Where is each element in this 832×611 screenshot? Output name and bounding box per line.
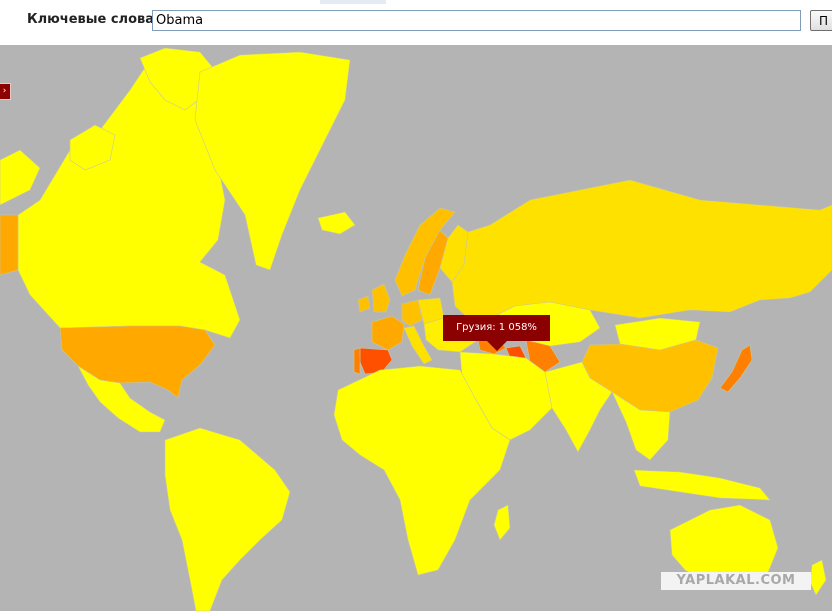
active-tab-indicator bbox=[320, 0, 386, 4]
scroll-left-arrow[interactable]: › bbox=[0, 83, 11, 100]
keywords-input[interactable] bbox=[152, 10, 801, 31]
tooltip-pointer bbox=[487, 341, 507, 351]
watermark: YAPLAKAL.COM bbox=[661, 572, 811, 590]
world-map-canvas[interactable] bbox=[0, 45, 832, 611]
world-map[interactable]: › Грузия: 1 058% YAPLAKAL.COM bbox=[0, 45, 832, 611]
keywords-label: Ключевые слова: bbox=[27, 12, 160, 27]
search-bar: Ключевые слова: П bbox=[0, 0, 832, 45]
region-left-edge[interactable] bbox=[0, 214, 19, 276]
submit-button[interactable]: П bbox=[810, 10, 832, 31]
country-portugal[interactable] bbox=[353, 347, 361, 375]
country-tooltip: Грузия: 1 058% bbox=[443, 315, 550, 341]
